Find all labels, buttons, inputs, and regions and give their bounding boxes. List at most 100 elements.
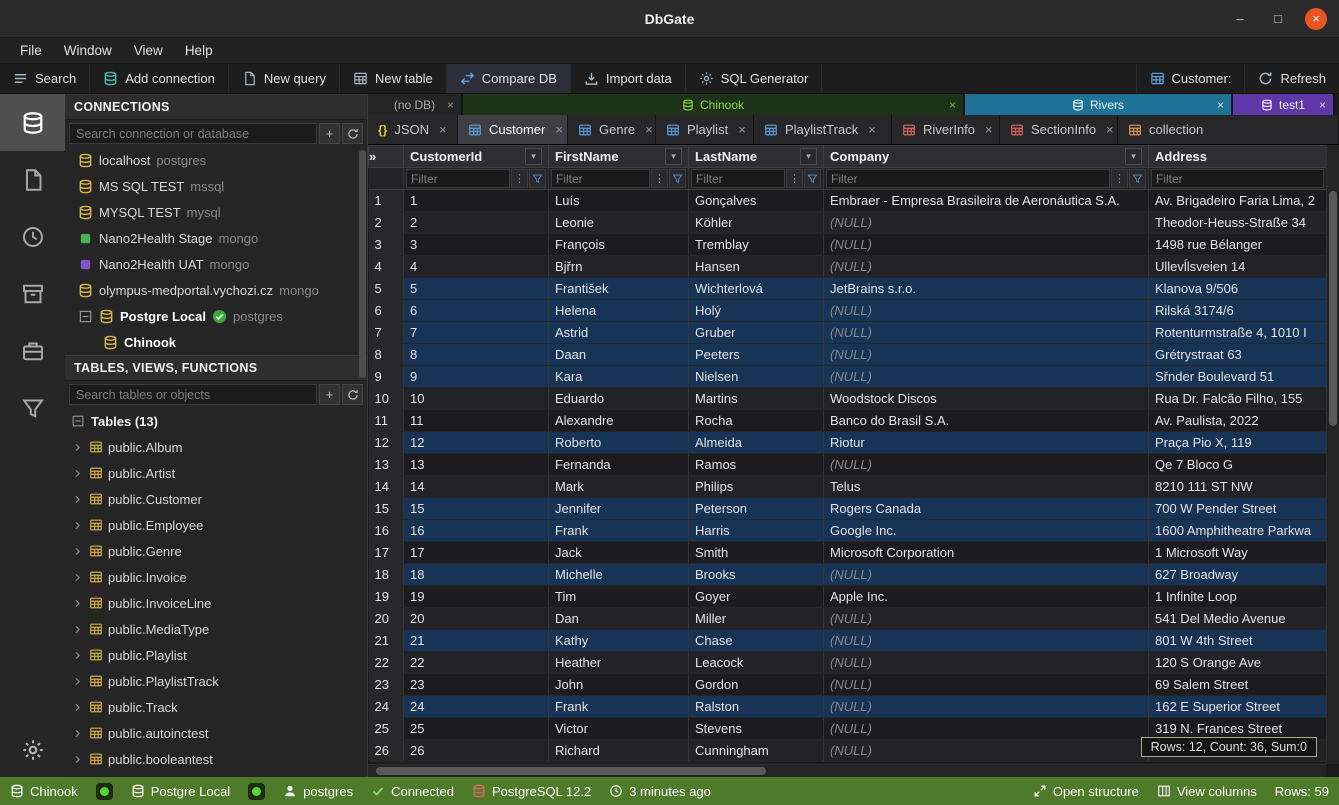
cell-address[interactable]: Rotenturmstraße 4, 1010 I xyxy=(1149,322,1327,344)
import-data-button[interactable]: Import data xyxy=(571,64,686,93)
status-chinook[interactable]: Chinook xyxy=(10,784,78,799)
cell-customerid[interactable]: 2 xyxy=(404,212,549,234)
table-item-public-album[interactable]: public.Album xyxy=(65,434,367,460)
customer-button[interactable]: Customer: xyxy=(1136,64,1245,93)
column-header-address[interactable]: Address xyxy=(1149,146,1327,168)
cell-company[interactable]: (NULL) xyxy=(824,630,1149,652)
grid-row-10[interactable]: 1010EduardoMartinsWoodstock DiscosRua Dr… xyxy=(369,388,1327,410)
cell-address[interactable]: Av. Brigadeiro Faria Lima, 2 xyxy=(1149,190,1327,212)
db-tab-no-db[interactable]: (no DB)× xyxy=(368,94,463,115)
cell-company[interactable]: (NULL) xyxy=(824,212,1149,234)
search-button[interactable]: Search xyxy=(0,64,90,93)
cell-customerid[interactable]: 20 xyxy=(404,608,549,630)
cell-address[interactable]: Grétrystraat 63 xyxy=(1149,344,1327,366)
cell-address[interactable]: Sřnder Boulevard 51 xyxy=(1149,366,1327,388)
cell-company[interactable]: (NULL) xyxy=(824,234,1149,256)
tab-sectioninfo[interactable]: SectionInfo× xyxy=(1000,115,1118,144)
activitybar-connections[interactable] xyxy=(0,94,65,151)
sql-generator-button[interactable]: SQL Generator xyxy=(686,64,823,93)
refresh-connections-button[interactable] xyxy=(342,123,363,144)
cell-lastname[interactable]: Peterson xyxy=(689,498,824,520)
cell-lastname[interactable]: Tremblay xyxy=(689,234,824,256)
add-connection-button[interactable]: Add connection xyxy=(90,64,229,93)
close-icon[interactable]: × xyxy=(1319,98,1326,112)
cell-company[interactable]: (NULL) xyxy=(824,652,1149,674)
cell-customerid[interactable]: 4 xyxy=(404,256,549,278)
cell-customerid[interactable]: 18 xyxy=(404,564,549,586)
activitybar-settings[interactable] xyxy=(0,723,65,777)
grid-row-1[interactable]: 11LuísGonçalvesEmbraer - Empresa Brasile… xyxy=(369,190,1327,212)
menu-view[interactable]: View xyxy=(124,40,173,61)
cell-company[interactable]: Google Inc. xyxy=(824,520,1149,542)
activitybar-history[interactable] xyxy=(0,208,65,265)
cell-customerid[interactable]: 24 xyxy=(404,696,549,718)
cell-company[interactable]: (NULL) xyxy=(824,696,1149,718)
grid-row-6[interactable]: 66HelenaHolý(NULL)Rilská 3174/6 xyxy=(369,300,1327,322)
cell-firstname[interactable]: Daan xyxy=(549,344,689,366)
cell-address[interactable]: 120 S Orange Ave xyxy=(1149,652,1327,674)
cell-address[interactable]: Qe 7 Bloco G xyxy=(1149,454,1327,476)
cell-firstname[interactable]: John xyxy=(549,674,689,696)
tab-close-icon[interactable]: × xyxy=(439,122,447,137)
cell-customerid[interactable]: 5 xyxy=(404,278,549,300)
grid-row-4[interactable]: 44BjřrnHansen(NULL)Ullevĺlsveien 14 xyxy=(369,256,1327,278)
cell-customerid[interactable]: 12 xyxy=(404,432,549,454)
cell-customerid[interactable]: 25 xyxy=(404,718,549,740)
db-tab-test1[interactable]: test1× xyxy=(1233,94,1335,115)
cell-company[interactable]: (NULL) xyxy=(824,256,1149,278)
cell-company[interactable]: Rogers Canada xyxy=(824,498,1149,520)
cell-address[interactable]: Theodor-Heuss-Straße 34 xyxy=(1149,212,1327,234)
cell-address[interactable]: 162 E Superior Street xyxy=(1149,696,1327,718)
cell-company[interactable]: (NULL) xyxy=(824,322,1149,344)
cell-firstname[interactable]: Jennifer xyxy=(549,498,689,520)
tab-playlist[interactable]: Playlist× xyxy=(656,115,754,144)
grid-row-18[interactable]: 1818MichelleBrooks(NULL)627 Broadway xyxy=(369,564,1327,586)
cell-lastname[interactable]: Goyer xyxy=(689,586,824,608)
table-item-public-booleantest[interactable]: public.booleantest xyxy=(65,746,367,772)
filter-funnel-icon[interactable] xyxy=(529,169,546,188)
cell-address[interactable]: 801 W 4th Street xyxy=(1149,630,1327,652)
cell-customerid[interactable]: 6 xyxy=(404,300,549,322)
close-icon[interactable]: × xyxy=(1217,98,1224,112)
close-icon[interactable]: × xyxy=(447,98,454,112)
grid-row-8[interactable]: 88DaanPeeters(NULL)Grétrystraat 63 xyxy=(369,344,1327,366)
cell-firstname[interactable]: František xyxy=(549,278,689,300)
cell-firstname[interactable]: Mark xyxy=(549,476,689,498)
cell-customerid[interactable]: 26 xyxy=(404,740,549,762)
cell-lastname[interactable]: Harris xyxy=(689,520,824,542)
horizontal-scrollbar-thumb[interactable] xyxy=(376,767,766,775)
status-postgres[interactable]: postgres xyxy=(283,784,353,799)
minimize-button[interactable]: – xyxy=(1229,8,1251,30)
column-header-company[interactable]: Company▾ xyxy=(824,146,1149,168)
cell-firstname[interactable]: Frank xyxy=(549,696,689,718)
cell-address[interactable]: 627 Broadway xyxy=(1149,564,1327,586)
cell-firstname[interactable]: Roberto xyxy=(549,432,689,454)
cell-address[interactable]: 1498 rue Bélanger xyxy=(1149,234,1327,256)
activitybar-query-designer[interactable] xyxy=(0,379,65,436)
cell-address[interactable]: Av. Paulista, 2022 xyxy=(1149,410,1327,432)
grid-row-15[interactable]: 1515JenniferPetersonRogers Canada700 W P… xyxy=(369,498,1327,520)
connection-mysql-test[interactable]: MYSQL TESTmysql xyxy=(65,199,367,225)
cell-lastname[interactable]: Philips xyxy=(689,476,824,498)
refresh-tables-button[interactable] xyxy=(342,384,363,405)
connections-scrollbar[interactable] xyxy=(359,150,366,378)
column-header-lastname[interactable]: LastName▾ xyxy=(689,146,824,168)
status-postgresql-12-2[interactable]: PostgreSQL 12.2 xyxy=(472,784,591,799)
status-rows-59[interactable]: Rows: 59 xyxy=(1275,784,1329,799)
status-postgre-local[interactable]: Postgre Local xyxy=(131,784,231,799)
grid-row-24[interactable]: 2424FrankRalston(NULL)162 E Superior Str… xyxy=(369,696,1327,718)
new-query-button[interactable]: New query xyxy=(229,64,340,93)
cell-firstname[interactable]: Dan xyxy=(549,608,689,630)
horizontal-scrollbar[interactable] xyxy=(368,764,1326,777)
cell-customerid[interactable]: 8 xyxy=(404,344,549,366)
db-tab-chinook[interactable]: Chinook× xyxy=(463,94,965,115)
activitybar-archive[interactable] xyxy=(0,265,65,322)
cell-firstname[interactable]: Bjřrn xyxy=(549,256,689,278)
cell-lastname[interactable]: Brooks xyxy=(689,564,824,586)
cell-lastname[interactable]: Leacock xyxy=(689,652,824,674)
cell-customerid[interactable]: 3 xyxy=(404,234,549,256)
cell-company[interactable]: (NULL) xyxy=(824,608,1149,630)
status-connected[interactable]: Connected xyxy=(371,784,454,799)
tables-search-input[interactable] xyxy=(69,384,317,405)
cell-address[interactable]: 1 Infinite Loop xyxy=(1149,586,1327,608)
